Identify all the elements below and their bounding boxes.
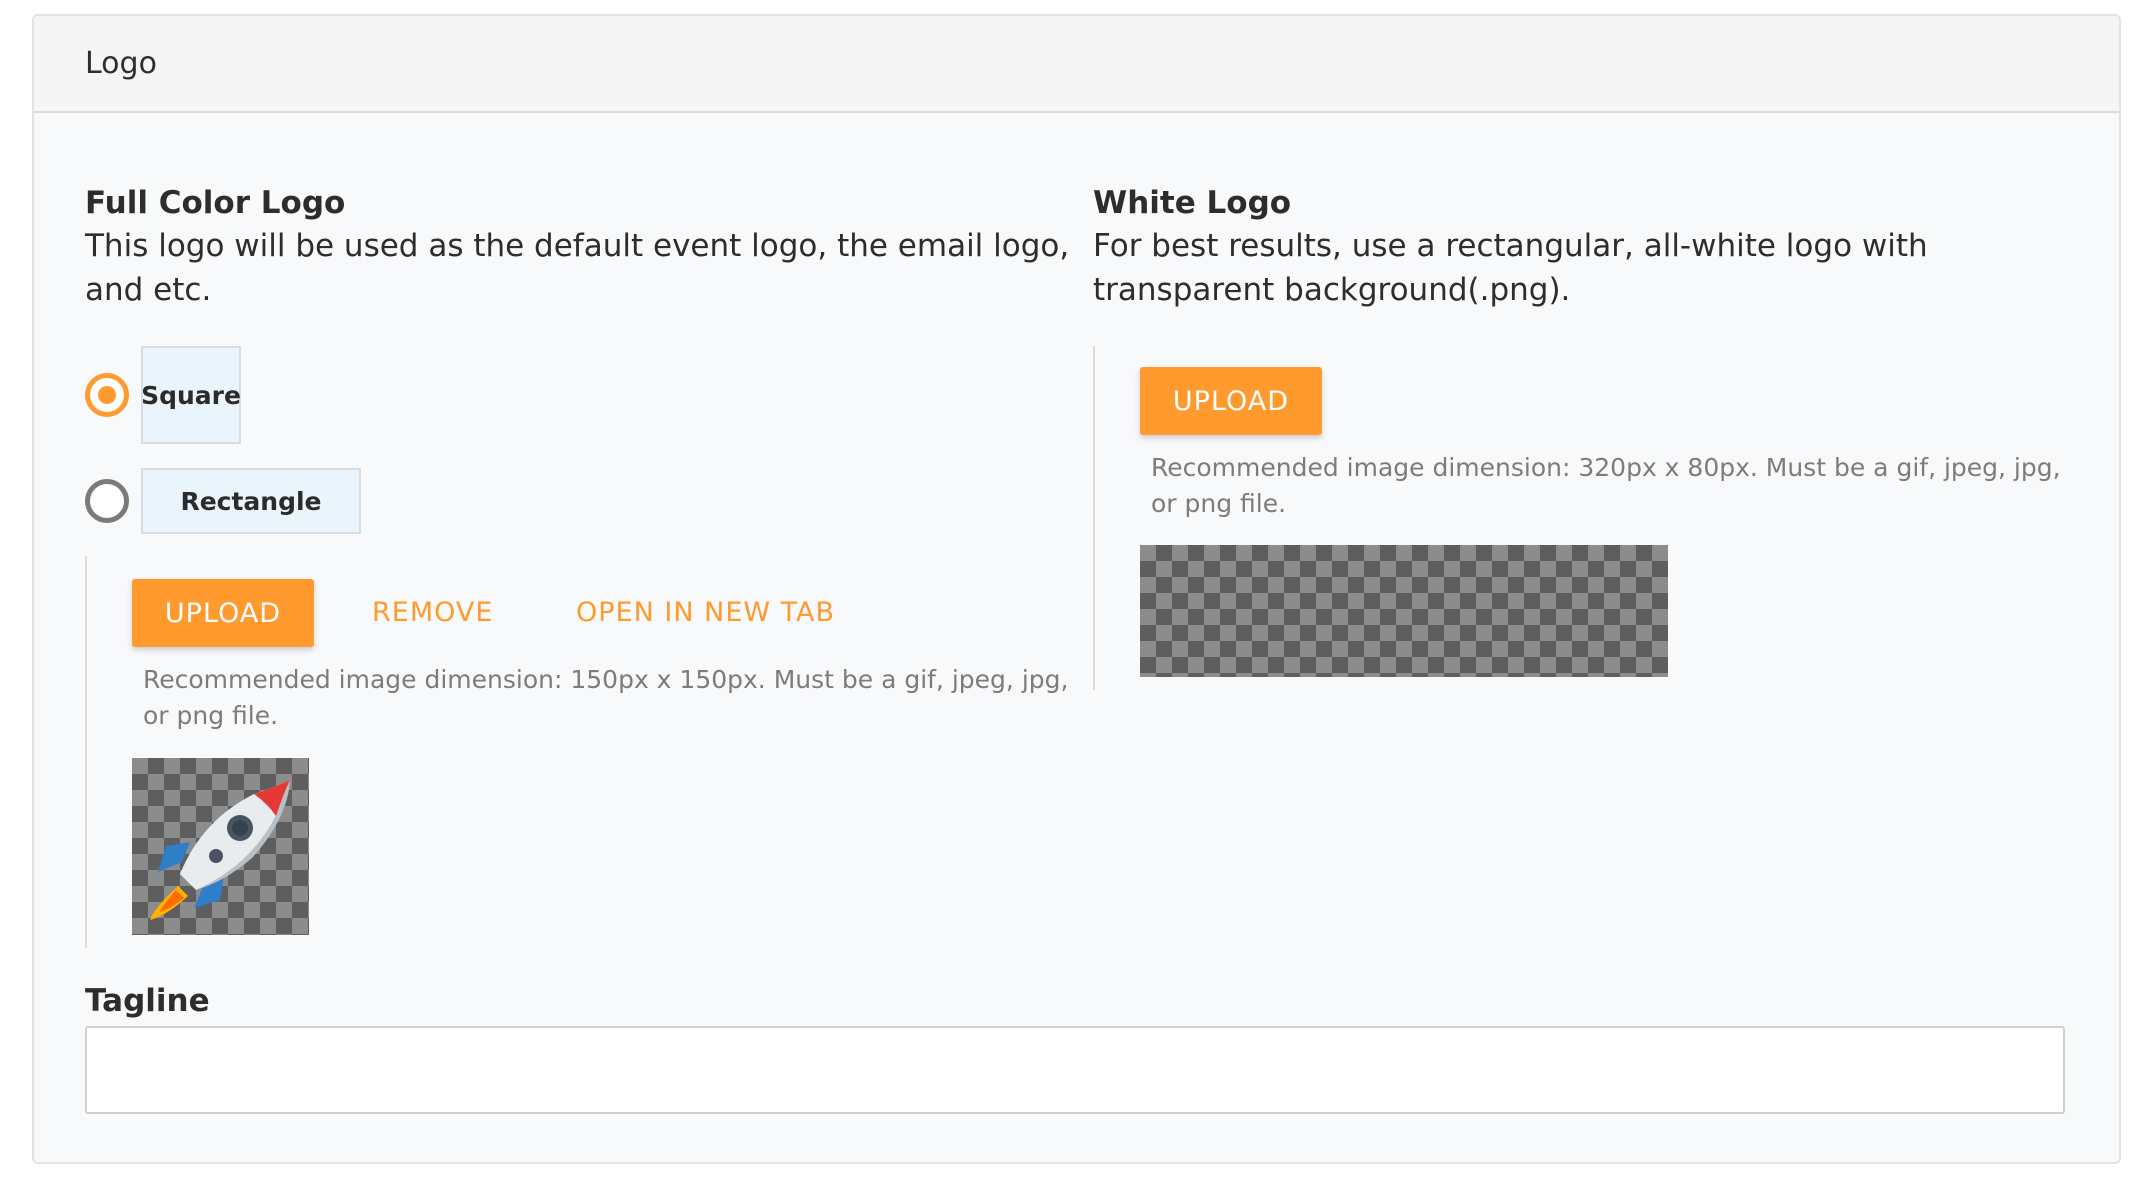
white-logo-section-divider	[1093, 346, 1095, 690]
logo-settings-card: Logo Full Color Logo This logo will be u…	[32, 14, 2121, 1164]
tagline-input[interactable]	[85, 1026, 2065, 1114]
white-logo-description: For best results, use a rectangular, all…	[1093, 228, 1928, 308]
white-logo-upload-button[interactable]: UPLOAD	[1140, 367, 1322, 435]
white-logo-title: White Logo	[1093, 185, 1292, 221]
full-color-logo-preview	[132, 758, 309, 935]
full-color-logo-hint: Recommended image dimension: 150px x 150…	[143, 665, 1069, 730]
full-color-logo-description: This logo will be used as the default ev…	[85, 228, 1070, 308]
rectangle-radio[interactable]	[85, 479, 129, 523]
open-in-new-tab-button[interactable]: OPEN IN NEW TAB	[576, 596, 835, 630]
white-logo-preview	[1140, 545, 1668, 677]
card-title: Logo	[85, 46, 157, 81]
white-logo-hint: Recommended image dimension: 320px x 80p…	[1151, 453, 2061, 518]
shape-label-square[interactable]: Square	[141, 346, 241, 444]
shape-option-square[interactable]: Square	[85, 346, 241, 444]
shape-label-rectangle[interactable]: Rectangle	[141, 468, 361, 534]
card-header: Logo	[34, 16, 2119, 113]
shape-option-rectangle[interactable]: Rectangle	[85, 468, 361, 534]
full-color-logo-title: Full Color Logo	[85, 185, 346, 221]
full-color-upload-button[interactable]: UPLOAD	[132, 579, 314, 647]
rocket-icon	[150, 780, 290, 920]
full-color-logo-section-divider	[85, 556, 87, 948]
tagline-label: Tagline	[85, 983, 210, 1019]
square-radio[interactable]	[85, 373, 129, 417]
remove-logo-button[interactable]: REMOVE	[372, 596, 493, 630]
